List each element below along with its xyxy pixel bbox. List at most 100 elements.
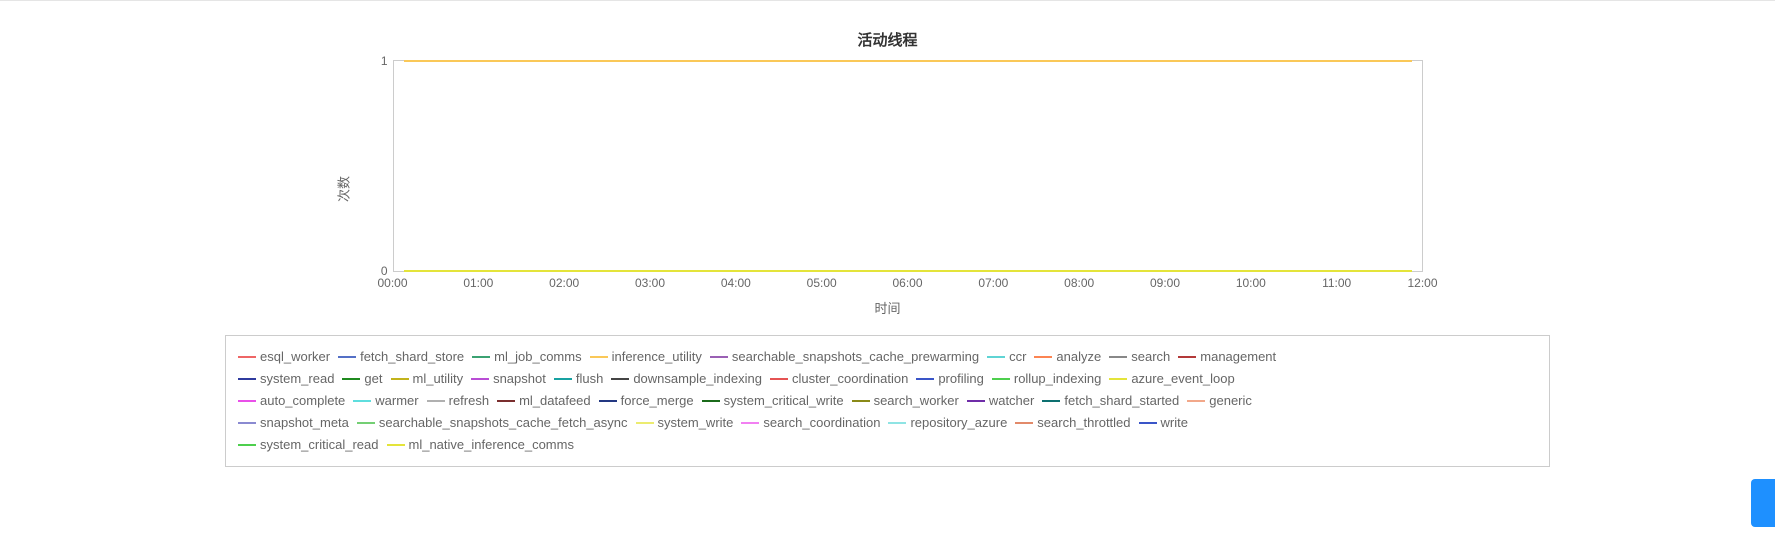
legend-item[interactable]: ml_job_comms: [468, 346, 581, 368]
legend-swatch: [357, 422, 375, 424]
legend-swatch: [391, 378, 409, 380]
legend-label: analyze: [1056, 346, 1101, 368]
legend-item[interactable]: searchable_snapshots_cache_prewarming: [706, 346, 979, 368]
legend-item[interactable]: write: [1135, 412, 1188, 434]
plot-area[interactable]: 01: [393, 60, 1423, 272]
legend-label: profiling: [938, 368, 984, 390]
legend-item[interactable]: auto_complete: [234, 390, 345, 412]
legend-label: searchable_snapshots_cache_fetch_async: [379, 412, 628, 434]
legend-item[interactable]: warmer: [349, 390, 418, 412]
legend-swatch: [387, 444, 405, 446]
x-axis-ticks: 00:0001:0002:0003:0004:0005:0006:0007:00…: [393, 276, 1423, 292]
legend-swatch: [770, 378, 788, 380]
legend-swatch: [987, 356, 1005, 358]
legend-label: azure_event_loop: [1131, 368, 1234, 390]
legend-item[interactable]: snapshot: [467, 368, 546, 390]
legend-label: force_merge: [621, 390, 694, 412]
series-line[interactable]: [404, 270, 1412, 272]
legend-label: flush: [576, 368, 603, 390]
legend-item[interactable]: rollup_indexing: [988, 368, 1101, 390]
series-line[interactable]: [404, 60, 1412, 62]
legend-label: searchable_snapshots_cache_prewarming: [732, 346, 979, 368]
x-axis-label: 时间: [338, 298, 1438, 317]
x-tick-label: 01:00: [463, 276, 493, 290]
legend-item[interactable]: refresh: [423, 390, 489, 412]
legend-item[interactable]: ccr: [983, 346, 1026, 368]
legend-label: ccr: [1009, 346, 1026, 368]
legend-item[interactable]: force_merge: [595, 390, 694, 412]
legend-swatch: [497, 400, 515, 402]
legend-label: system_read: [260, 368, 334, 390]
legend-item[interactable]: management: [1174, 346, 1276, 368]
legend-item[interactable]: cluster_coordination: [766, 368, 908, 390]
legend-label: downsample_indexing: [633, 368, 762, 390]
legend-swatch: [338, 356, 356, 358]
legend-item[interactable]: search_coordination: [737, 412, 880, 434]
legend-item[interactable]: ml_native_inference_comms: [383, 434, 574, 456]
legend-item[interactable]: downsample_indexing: [607, 368, 762, 390]
legend-label: search: [1131, 346, 1170, 368]
legend-label: esql_worker: [260, 346, 330, 368]
legend-swatch: [238, 400, 256, 402]
legend-label: ml_datafeed: [519, 390, 591, 412]
legend-item[interactable]: inference_utility: [586, 346, 702, 368]
legend-swatch: [427, 400, 445, 402]
legend-swatch: [1034, 356, 1052, 358]
legend-label: ml_native_inference_comms: [409, 434, 574, 456]
legend-swatch: [636, 422, 654, 424]
legend-item[interactable]: ml_utility: [387, 368, 464, 390]
chart-container: 活动线程 次数 01 00:0001:0002:0003:0004:0005:0…: [0, 0, 1775, 541]
legend-item[interactable]: system_critical_write: [698, 390, 844, 412]
legend-label: system_write: [658, 412, 734, 434]
legend-item[interactable]: azure_event_loop: [1105, 368, 1234, 390]
x-tick-label: 00:00: [377, 276, 407, 290]
legend-item[interactable]: fetch_shard_store: [334, 346, 464, 368]
legend-item[interactable]: system_write: [632, 412, 734, 434]
y-tick-label: 1: [381, 54, 394, 68]
legend-item[interactable]: snapshot_meta: [234, 412, 349, 434]
legend-item[interactable]: search: [1105, 346, 1170, 368]
legend: esql_worker fetch_shard_store ml_job_comms…: [225, 335, 1550, 467]
legend-item[interactable]: search_throttled: [1011, 412, 1130, 434]
legend-swatch: [1015, 422, 1033, 424]
legend-label: system_critical_write: [724, 390, 844, 412]
float-action-button[interactable]: [1751, 479, 1775, 527]
x-tick-label: 10:00: [1236, 276, 1266, 290]
legend-item[interactable]: get: [338, 368, 382, 390]
legend-item[interactable]: esql_worker: [234, 346, 330, 368]
legend-item[interactable]: analyze: [1030, 346, 1101, 368]
legend-swatch: [888, 422, 906, 424]
legend-item[interactable]: repository_azure: [884, 412, 1007, 434]
legend-item[interactable]: flush: [550, 368, 603, 390]
legend-label: fetch_shard_store: [360, 346, 464, 368]
legend-swatch: [967, 400, 985, 402]
legend-label: ml_job_comms: [494, 346, 581, 368]
legend-item[interactable]: system_critical_read: [234, 434, 379, 456]
chart-card: 活动线程 次数 01 00:0001:0002:0003:0004:0005:0…: [0, 0, 1775, 467]
x-tick-label: 02:00: [549, 276, 579, 290]
legend-item[interactable]: search_worker: [848, 390, 959, 412]
legend-label: watcher: [989, 390, 1035, 412]
legend-item[interactable]: watcher: [963, 390, 1035, 412]
legend-swatch: [238, 356, 256, 358]
legend-item[interactable]: fetch_shard_started: [1038, 390, 1179, 412]
x-tick-label: 12:00: [1407, 276, 1437, 290]
legend-item[interactable]: profiling: [912, 368, 984, 390]
legend-swatch: [353, 400, 371, 402]
legend-swatch: [1178, 356, 1196, 358]
legend-swatch: [1109, 356, 1127, 358]
legend-item[interactable]: searchable_snapshots_cache_fetch_async: [353, 412, 628, 434]
legend-label: ml_utility: [413, 368, 464, 390]
legend-label: inference_utility: [612, 346, 702, 368]
legend-item[interactable]: system_read: [234, 368, 334, 390]
legend-label: search_throttled: [1037, 412, 1130, 434]
x-tick-label: 05:00: [807, 276, 837, 290]
legend-label: auto_complete: [260, 390, 345, 412]
legend-item[interactable]: ml_datafeed: [493, 390, 591, 412]
legend-item[interactable]: generic: [1183, 390, 1252, 412]
x-tick-label: 06:00: [892, 276, 922, 290]
legend-label: write: [1161, 412, 1188, 434]
legend-label: generic: [1209, 390, 1252, 412]
legend-label: warmer: [375, 390, 418, 412]
legend-label: rollup_indexing: [1014, 368, 1101, 390]
